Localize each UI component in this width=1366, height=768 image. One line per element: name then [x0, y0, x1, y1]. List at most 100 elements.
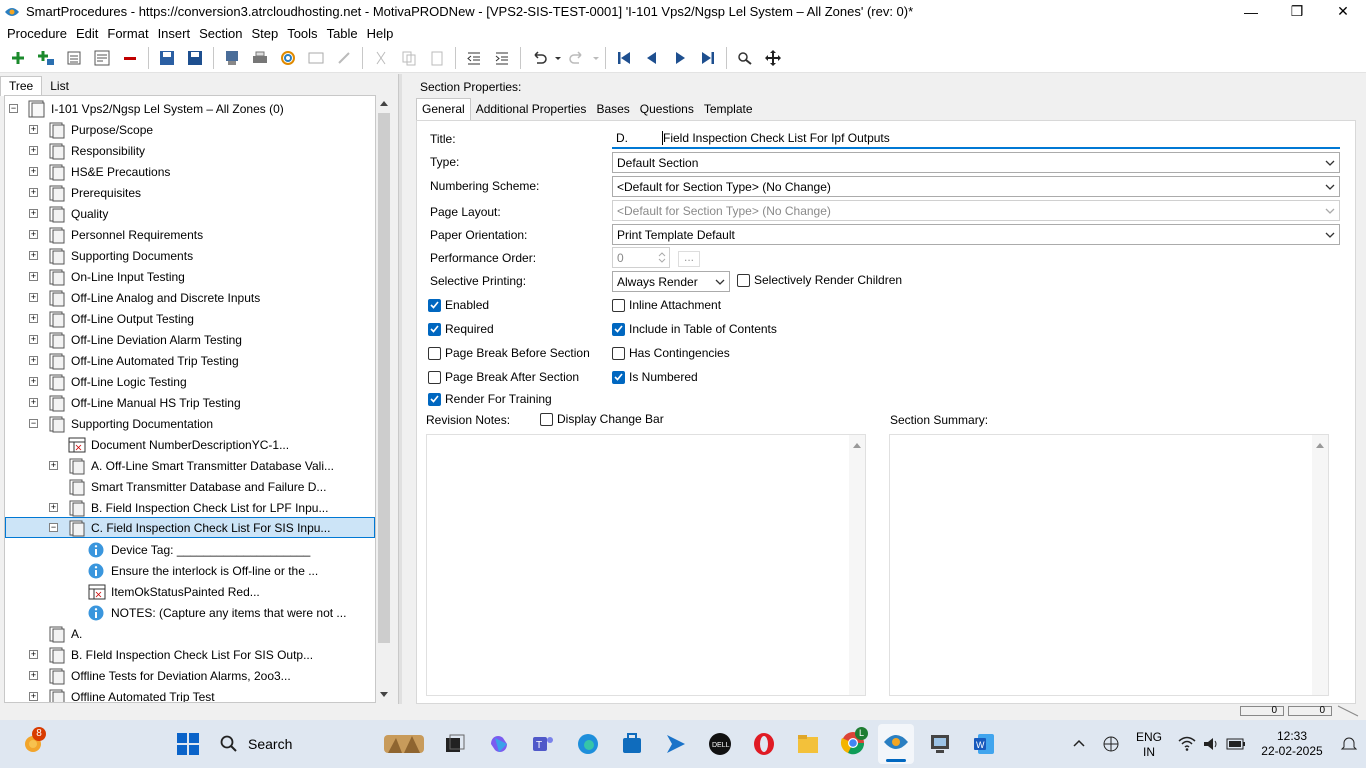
expand-icon[interactable]: +: [29, 272, 38, 281]
tree-item[interactable]: + Off-Line Logic Testing: [29, 371, 187, 392]
expand-icon[interactable]: +: [29, 125, 38, 134]
notifications-bell-icon[interactable]: [1340, 736, 1358, 752]
menu-format[interactable]: Format: [104, 26, 154, 41]
tree-item[interactable]: Ensure the interlock is Off-line or the …: [87, 560, 318, 581]
undo-dropdown-icon[interactable]: [553, 47, 563, 69]
selectively-render-children-checkbox[interactable]: Selectively Render Children: [737, 273, 902, 287]
next-icon[interactable]: [669, 47, 691, 69]
expand-icon[interactable]: +: [29, 230, 38, 239]
network-status-icon[interactable]: [1101, 735, 1121, 753]
teams-icon[interactable]: T: [531, 732, 555, 756]
edge-icon[interactable]: [576, 732, 600, 756]
required-checkbox[interactable]: Required: [428, 322, 494, 336]
tab-general[interactable]: General: [416, 98, 471, 120]
delete-icon[interactable]: [119, 47, 141, 69]
title-input[interactable]: D. Field Inspection Check List For Ipf Ou…: [612, 128, 1340, 149]
menu-section[interactable]: Section: [196, 26, 248, 41]
expand-icon[interactable]: +: [29, 335, 38, 344]
tree-item[interactable]: + B. FIeld Inspection Check List For SIS …: [29, 644, 313, 665]
tab-questions[interactable]: Questions: [635, 99, 699, 120]
tree-item[interactable]: + Off-Line Automated Trip Testing: [29, 350, 239, 371]
word-icon[interactable]: W: [972, 732, 996, 756]
tree-item[interactable]: + Responsibility: [29, 140, 145, 161]
tree-item[interactable]: + B. Field Inspection Check List for LPF …: [49, 497, 328, 518]
expand-icon[interactable]: +: [29, 209, 38, 218]
menu-insert[interactable]: Insert: [155, 26, 197, 41]
inline-attachment-checkbox[interactable]: Inline Attachment: [612, 298, 721, 312]
revision-notes-textarea[interactable]: [426, 434, 866, 696]
tree-item[interactable]: + Off-Line Manual HS Trip Testing: [29, 392, 241, 413]
battery-icon[interactable]: [1226, 737, 1246, 751]
tab-tree[interactable]: Tree: [0, 76, 43, 96]
expand-icon[interactable]: +: [29, 188, 38, 197]
collapse-icon[interactable]: −: [29, 419, 38, 428]
refresh-icon[interactable]: [277, 47, 299, 69]
display-change-bar-checkbox[interactable]: Display Change Bar: [540, 412, 664, 426]
scroll-up-icon[interactable]: [1315, 441, 1325, 449]
tree-item[interactable]: + Quality: [29, 203, 108, 224]
copilot-icon[interactable]: [487, 732, 511, 756]
is-numbered-checkbox[interactable]: Is Numbered: [612, 370, 698, 384]
type-select[interactable]: Default Section: [612, 152, 1340, 173]
tree-item[interactable]: + On-Line Input Testing: [29, 266, 185, 287]
scroll-down-icon[interactable]: [379, 691, 389, 699]
wifi-icon[interactable]: [1178, 736, 1196, 752]
tab-template[interactable]: Template: [699, 99, 758, 120]
tree-item[interactable]: + Off-Line Analog and Discrete Inputs: [29, 287, 260, 308]
scroll-up-icon[interactable]: [852, 441, 862, 449]
minimize-button[interactable]: —: [1228, 0, 1274, 23]
tree-item[interactable]: + Personnel Requirements: [29, 224, 203, 245]
expand-icon[interactable]: +: [49, 461, 58, 470]
menu-procedure[interactable]: Procedure: [4, 26, 73, 41]
tree-item[interactable]: − Supporting Documentation: [29, 413, 213, 434]
resize-grip-icon[interactable]: [1336, 704, 1364, 718]
expand-icon[interactable]: +: [29, 398, 38, 407]
indent-icon[interactable]: [491, 47, 513, 69]
tree-item[interactable]: + A. Off-Line Smart Transmitter Database …: [49, 455, 334, 476]
expand-icon[interactable]: +: [29, 146, 38, 155]
expand-icon[interactable]: +: [29, 650, 38, 659]
tree-item[interactable]: Device Tag: ____________________: [87, 539, 310, 560]
volume-icon[interactable]: [1202, 736, 1220, 752]
remote-desktop-icon[interactable]: [928, 732, 952, 756]
tree-item[interactable]: + Off-Line Deviation Alarm Testing: [29, 329, 242, 350]
add-icon[interactable]: [7, 47, 29, 69]
selective-printing-select[interactable]: Always Render: [612, 271, 730, 292]
task-view-icon[interactable]: [442, 732, 466, 756]
store-icon[interactable]: [620, 732, 644, 756]
tab-bases[interactable]: Bases: [591, 99, 634, 120]
tree-item[interactable]: + Offline Automated Trip Test: [29, 686, 215, 702]
paper-orientation-select[interactable]: Print Template Default: [612, 224, 1340, 245]
expand-icon[interactable]: +: [29, 167, 38, 176]
scrollbar-thumb[interactable]: [378, 113, 390, 643]
tree-item[interactable]: A.: [47, 623, 82, 644]
clock[interactable]: 12:33 22-02-2025: [1254, 729, 1330, 759]
move-icon[interactable]: [762, 47, 784, 69]
dynamics-icon[interactable]: [664, 732, 688, 756]
search-highlight-icon[interactable]: [382, 732, 426, 756]
include-in-toc-checkbox[interactable]: Include in Table of Contents: [612, 322, 777, 336]
tree-root[interactable]: − I-101 Vps2/Ngsp Lel System – All Zones…: [9, 98, 284, 119]
export-icon[interactable]: [221, 47, 243, 69]
menu-table[interactable]: Table: [324, 26, 364, 41]
tree-item[interactable]: Document NumberDescriptionYC-1...: [67, 434, 289, 455]
has-contingencies-checkbox[interactable]: Has Contingencies: [612, 346, 730, 360]
render-for-training-checkbox[interactable]: Render For Training: [428, 392, 552, 406]
expand-icon[interactable]: +: [29, 671, 38, 680]
outdent-icon[interactable]: [463, 47, 485, 69]
tree-scrollbar[interactable]: [376, 95, 392, 703]
opera-icon[interactable]: [752, 732, 776, 756]
tab-additional-properties[interactable]: Additional Properties: [471, 99, 592, 120]
taskbar-search[interactable]: Search: [212, 728, 312, 760]
print-icon[interactable]: [249, 47, 271, 69]
close-button[interactable]: ✕: [1320, 0, 1366, 23]
tree-item[interactable]: Smart Transmitter Database and Failure D…: [67, 476, 326, 497]
weather-widget[interactable]: 8: [20, 727, 46, 756]
tree-item-selected[interactable]: − C. Field Inspection Check List For SIS …: [5, 517, 375, 538]
expand-icon[interactable]: +: [29, 314, 38, 323]
undo-icon[interactable]: [528, 47, 550, 69]
tab-list[interactable]: List: [42, 77, 77, 96]
collapse-icon[interactable]: −: [9, 104, 18, 113]
enabled-checkbox[interactable]: Enabled: [428, 298, 489, 312]
expand-icon[interactable]: +: [29, 356, 38, 365]
